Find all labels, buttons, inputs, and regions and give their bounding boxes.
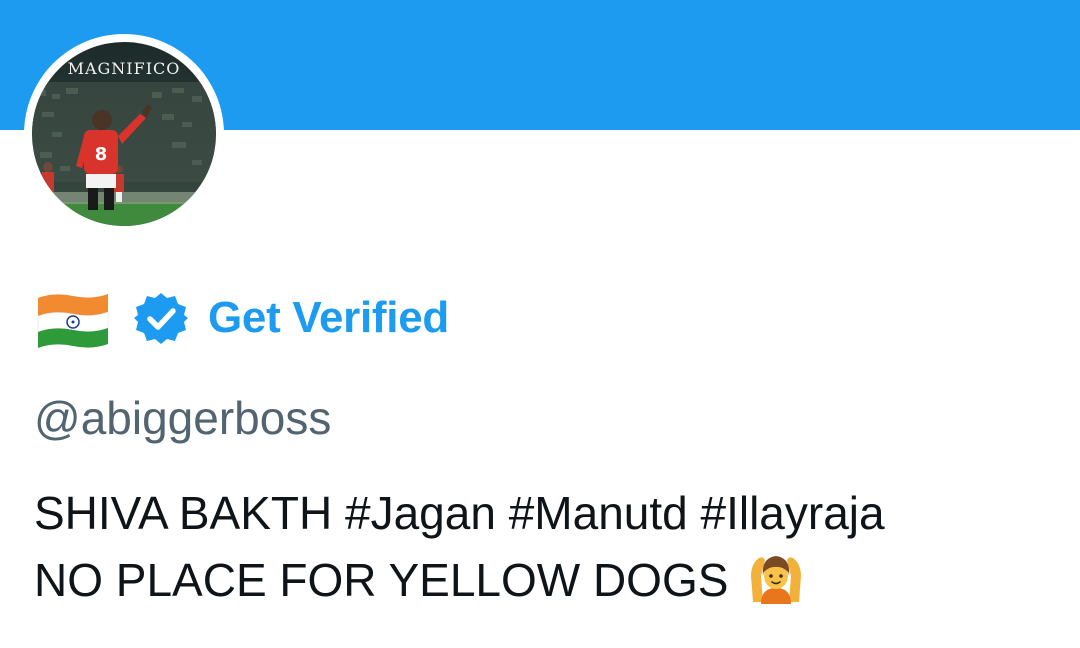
user-handle: @abiggerboss [34, 392, 332, 444]
profile-bio: SHIVA BAKTH #Jagan #Manutd #Illayraja NO… [34, 480, 1064, 613]
get-verified-link[interactable]: Get Verified [208, 293, 449, 343]
avatar-caption: MAGNIFICO [68, 59, 181, 78]
avatar-ring: MAGNIFICO 8 [24, 34, 224, 234]
avatar-photo: MAGNIFICO 8 [32, 42, 216, 226]
bio-line-2: NO PLACE FOR YELLOW DOGS [34, 554, 729, 606]
india-flag-icon [37, 294, 109, 348]
bio-line-1: SHIVA BAKTH #Jagan #Manutd #Illayraja [34, 487, 885, 539]
person-gesturing-ok-icon [751, 556, 802, 604]
jersey-number: 8 [95, 144, 108, 165]
verified-badge-icon[interactable] [134, 291, 188, 345]
bio-line-2-wrapper: NO PLACE FOR YELLOW DOGS [34, 546, 1064, 613]
display-name-row: Get Verified [34, 282, 449, 354]
avatar[interactable]: MAGNIFICO 8 [32, 42, 216, 226]
